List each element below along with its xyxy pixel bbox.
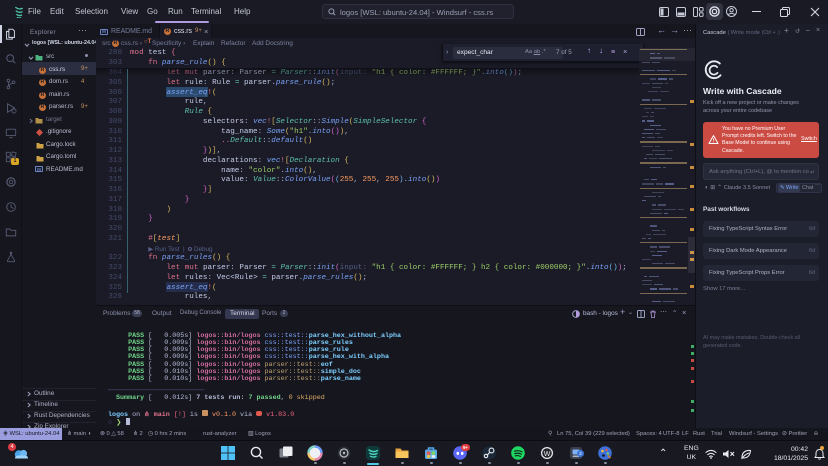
svg-text:W: W <box>544 451 551 458</box>
